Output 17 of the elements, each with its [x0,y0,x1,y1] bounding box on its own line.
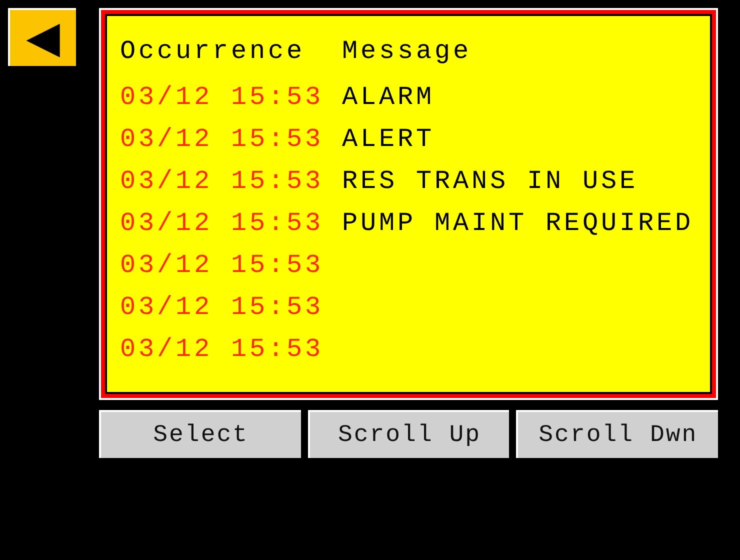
back-button[interactable]: ◀ [8,8,76,66]
message-cell-text: ALARM [342,81,436,114]
occurrence-cell-text: 03/12 15:53 [120,333,325,366]
occurrence-cell-text: 03/12 15:53 [120,123,325,156]
message-cell-text: RES TRANS IN USE [342,165,640,198]
occurrence-cell-text: 03/12 15:53 [120,249,325,282]
occurrence-cell-text: 03/12 15:53 [120,81,325,114]
panel-button[interactable]: Scroll Dwn [516,410,718,458]
occurrence-cell-text: 03/12 15:53 [120,291,325,324]
occurrence-cell-text: 03/12 15:53 [120,165,325,198]
occurrence-cell-text: 03/12 15:53 [120,207,325,240]
column-header: Occurrence [120,35,306,68]
panel-button[interactable]: Scroll Up [308,410,510,458]
message-cell-text: PUMP MAINT REQUIRED [342,207,695,240]
panel-button[interactable]: Select [99,410,301,458]
column-header: Message [342,35,473,68]
message-cell-text: ALERT [342,123,436,156]
